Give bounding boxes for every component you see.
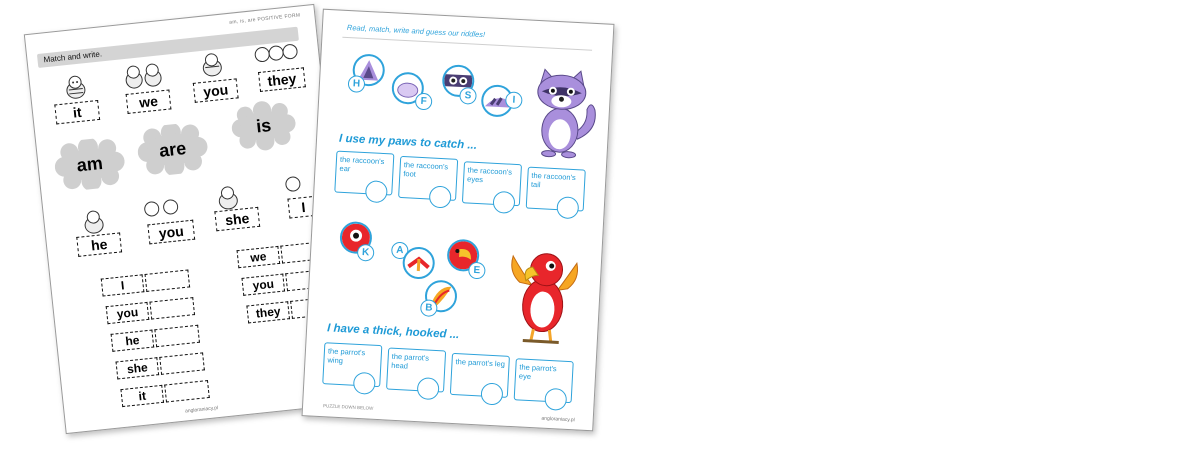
- answer-circle[interactable]: [544, 387, 568, 411]
- answer-circle[interactable]: [364, 180, 388, 204]
- divider: [342, 36, 593, 51]
- parrot-icon: [511, 253, 578, 344]
- raccoon-icon: [537, 68, 596, 159]
- answer-circle[interactable]: [428, 185, 452, 209]
- verb-label: is: [255, 114, 273, 137]
- answer-circle[interactable]: [480, 382, 504, 406]
- bees-pair-icon: [125, 63, 162, 89]
- pronoun-card: they: [258, 67, 306, 92]
- worksheet-riddles: Read, match, write and guess our riddles…: [301, 8, 615, 432]
- write-row: it: [120, 380, 210, 408]
- pronoun-card: he: [76, 232, 123, 257]
- letter-badge: I: [504, 91, 523, 110]
- write-label: she: [115, 357, 160, 380]
- answer-card[interactable]: the parrot's leg: [449, 352, 510, 406]
- riddle-parrot: I have a thick, hooked ...: [326, 322, 460, 342]
- write-label: he: [110, 329, 155, 352]
- sheet-footer: angloraniacy.pl: [541, 415, 575, 424]
- parrot-leg-picture: [401, 246, 436, 280]
- write-row: you: [105, 297, 196, 325]
- answer-circle[interactable]: [416, 377, 440, 401]
- card-label: the parrot's head: [391, 351, 430, 371]
- answer-card[interactable]: the raccoon's foot: [398, 155, 459, 209]
- write-label: it: [120, 384, 165, 408]
- write-blank[interactable]: [159, 352, 205, 375]
- verb-flower-am: am: [52, 136, 127, 193]
- write-blank[interactable]: [164, 380, 210, 403]
- answer-card[interactable]: the raccoon's tail: [525, 166, 586, 220]
- write-blank[interactable]: [144, 269, 191, 292]
- sheet-footer-left: PUZZLE DOWN BELOW: [322, 403, 374, 411]
- letter-badge: S: [459, 86, 477, 105]
- card-label: the raccoon's ear: [339, 154, 385, 174]
- sheet-header: am, is, are POSITIVE FORM: [228, 12, 301, 26]
- answer-circle[interactable]: [556, 196, 580, 220]
- write-label: they: [246, 301, 291, 324]
- pronoun-card: she: [214, 206, 261, 232]
- bee-icon: [202, 53, 222, 77]
- answer-card[interactable]: the raccoon's eyes: [461, 161, 523, 214]
- write-label: you: [105, 301, 150, 325]
- write-label: we: [236, 245, 281, 269]
- answer-card[interactable]: the raccoon's ear: [334, 150, 395, 204]
- write-row: he: [110, 324, 200, 352]
- instruction-text: Read, match, write and guess our riddles…: [346, 22, 486, 40]
- parrot-leg-icon: [407, 256, 430, 272]
- answer-circle[interactable]: [352, 371, 376, 395]
- card-label: the raccoon's eyes: [466, 165, 513, 185]
- bee-icon: [84, 210, 104, 234]
- verb-label: am: [75, 152, 104, 175]
- answer-card[interactable]: the parrot's head: [386, 347, 447, 401]
- bee-icon: [66, 75, 86, 99]
- letter-badge: B: [419, 299, 438, 318]
- verb-flower-is: is: [229, 98, 298, 154]
- letter-badge: K: [356, 243, 375, 262]
- letter-badge: F: [414, 92, 433, 111]
- card-label: the raccoon's tail: [530, 170, 576, 190]
- write-row: she: [115, 352, 205, 380]
- pronoun-card: we: [125, 89, 172, 114]
- pronoun-card: you: [147, 219, 196, 245]
- pronoun-card: it: [54, 99, 101, 125]
- answer-circle[interactable]: [492, 190, 516, 214]
- bees-trio-icon: [254, 44, 298, 63]
- card-label: the raccoon's foot: [403, 160, 449, 179]
- letter-badge: E: [467, 261, 486, 280]
- write-blank[interactable]: [154, 324, 200, 348]
- card-label: the parrot's eye: [518, 362, 557, 382]
- verb-flower-are: are: [135, 121, 210, 178]
- write-label: you: [241, 273, 286, 296]
- answer-card[interactable]: the parrot's wing: [322, 342, 383, 395]
- card-label: the parrot's leg: [455, 357, 506, 369]
- write-row: I: [100, 269, 191, 297]
- answer-card[interactable]: the parrot's eye: [513, 358, 574, 411]
- riddle-raccoon: I use my paws to catch ...: [338, 132, 478, 152]
- write-label: I: [100, 274, 145, 297]
- pronoun-card: you: [192, 78, 239, 103]
- write-blank[interactable]: [149, 297, 196, 320]
- card-label: the parrot's wing: [327, 346, 366, 366]
- letter-badge: H: [347, 75, 366, 93]
- sheet-footer: angloraniacy.pl: [184, 405, 219, 415]
- verb-label: are: [158, 137, 188, 161]
